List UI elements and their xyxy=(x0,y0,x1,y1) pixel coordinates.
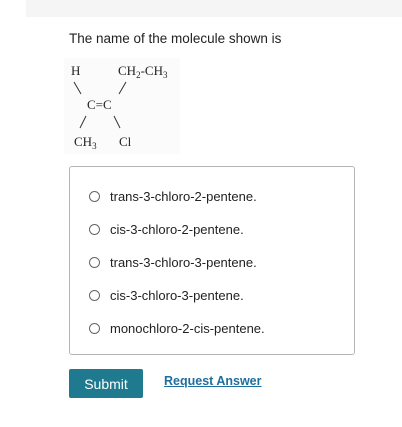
molecule-structure: H CH2-CH3 C=C CH3 Cl xyxy=(64,58,180,154)
option-label: cis-3-chloro-2-pentene. xyxy=(110,221,244,237)
atom-cl: Cl xyxy=(119,134,132,149)
substituent-ethyl: CH2-CH3 xyxy=(118,63,168,80)
option-2[interactable]: cis-3-chloro-2-pentene. xyxy=(89,219,244,239)
option-1[interactable]: trans-3-chloro-2-pentene. xyxy=(89,186,257,206)
submit-button[interactable]: Submit xyxy=(69,369,143,398)
option-label: cis-3-chloro-3-pentene. xyxy=(110,287,244,303)
bond-c-cl xyxy=(113,115,121,129)
option-label: monochloro-2-cis-pentene. xyxy=(110,320,265,336)
radio-button[interactable] xyxy=(89,256,100,268)
radio-button[interactable] xyxy=(89,223,100,235)
radio-button[interactable] xyxy=(89,322,100,334)
double-bond-carbons: C=C xyxy=(87,97,112,112)
answer-options: trans-3-chloro-2-pentene. cis-3-chloro-2… xyxy=(69,166,355,355)
radio-button[interactable] xyxy=(89,289,100,301)
question-page: The name of the molecule shown is H CH2-… xyxy=(0,0,402,427)
bond-c-ethyl xyxy=(118,81,127,95)
option-3[interactable]: trans-3-chloro-3-pentene. xyxy=(89,252,257,272)
radio-button[interactable] xyxy=(89,190,100,202)
option-5[interactable]: monochloro-2-cis-pentene. xyxy=(89,318,265,338)
substituent-methyl: CH3 xyxy=(74,134,97,151)
bond-c-methyl xyxy=(79,115,87,129)
bond-h-c xyxy=(73,81,82,95)
request-answer-link[interactable]: Request Answer xyxy=(164,374,261,388)
molecule-diagram: H CH2-CH3 C=C CH3 Cl xyxy=(71,63,168,151)
atom-h: H xyxy=(71,63,80,78)
option-label: trans-3-chloro-3-pentene. xyxy=(110,254,257,270)
option-label: trans-3-chloro-2-pentene. xyxy=(110,188,257,204)
top-bar xyxy=(26,0,402,17)
question-text: The name of the molecule shown is xyxy=(69,31,282,46)
option-4[interactable]: cis-3-chloro-3-pentene. xyxy=(89,285,244,305)
